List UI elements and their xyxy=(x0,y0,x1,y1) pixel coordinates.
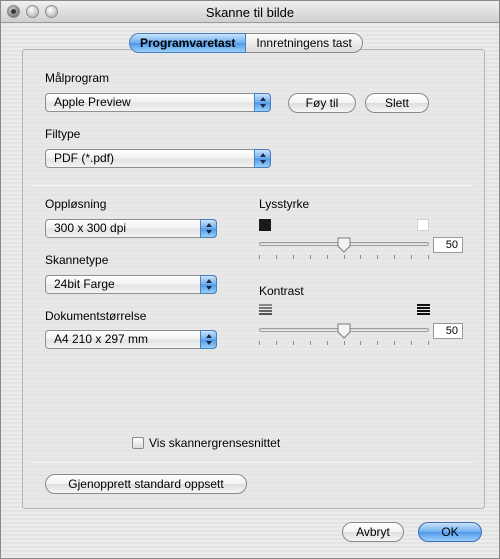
popup-arrows-icon xyxy=(200,330,217,349)
contrast-slider-thumb[interactable] xyxy=(337,323,351,339)
slider-tick xyxy=(327,341,328,345)
slider-tick xyxy=(293,255,294,259)
brightness-label: Lysstyrke xyxy=(259,197,310,211)
slider-tick xyxy=(310,341,311,345)
brightness-slider-thumb[interactable] xyxy=(337,237,351,253)
popup-arrows-icon xyxy=(254,93,271,112)
low-contrast-icon xyxy=(259,304,272,315)
popup-arrows-icon xyxy=(200,275,217,294)
brightness-value[interactable]: 50 xyxy=(433,237,463,253)
target-app-label: Målprogram xyxy=(45,71,110,85)
slider-tick xyxy=(377,255,378,259)
ok-button[interactable]: OK xyxy=(418,522,482,542)
popup-arrows-icon xyxy=(200,219,217,238)
slider-tick xyxy=(428,341,429,345)
add-app-button[interactable]: Føy til xyxy=(288,93,356,113)
slider-tick xyxy=(310,255,311,259)
show-scanner-ui-checkbox[interactable] xyxy=(132,437,144,449)
scan-to-image-dialog: Skanne til bilde Programvaretast Innretn… xyxy=(0,0,500,559)
document-size-popup[interactable]: A4 210 x 297 mm xyxy=(45,330,217,349)
slider-tick xyxy=(411,255,412,259)
popup-arrows-icon xyxy=(254,149,271,168)
restore-defaults-button[interactable]: Gjenopprett standard oppsett xyxy=(45,474,247,494)
tab-software-key[interactable]: Programvaretast xyxy=(129,33,247,53)
tab-bar: Programvaretast Innretningens tast xyxy=(129,33,363,53)
file-type-label: Filtype xyxy=(45,127,81,141)
high-contrast-icon xyxy=(417,304,430,315)
slider-tick xyxy=(411,341,412,345)
document-size-value: A4 210 x 297 mm xyxy=(54,332,149,346)
contrast-ticks xyxy=(259,341,429,347)
dark-square-icon xyxy=(259,219,271,231)
target-app-popup[interactable]: Apple Preview xyxy=(45,93,271,112)
window-title: Skanne til bilde xyxy=(205,5,295,20)
light-square-icon xyxy=(417,219,429,231)
slider-tick xyxy=(394,341,395,345)
slider-tick xyxy=(344,341,345,345)
section-divider xyxy=(31,185,471,186)
slider-tick xyxy=(327,255,328,259)
resolution-label: Oppløsning xyxy=(45,197,107,211)
resolution-value: 300 x 300 dpi xyxy=(54,221,127,235)
contrast-value[interactable]: 50 xyxy=(433,323,463,339)
slider-tick xyxy=(360,341,361,345)
section-divider xyxy=(31,462,471,463)
scan-type-value: 24bit Farge xyxy=(54,277,115,291)
slider-tick xyxy=(259,341,260,345)
slider-tick xyxy=(276,255,277,259)
file-type-popup[interactable]: PDF (*.pdf) xyxy=(45,149,271,168)
delete-app-button[interactable]: Slett xyxy=(365,93,429,113)
target-app-value: Apple Preview xyxy=(54,95,131,109)
slider-tick xyxy=(428,255,429,259)
slider-tick xyxy=(377,341,378,345)
slider-tick xyxy=(293,341,294,345)
slider-tick xyxy=(276,341,277,345)
cancel-button[interactable]: Avbryt xyxy=(342,522,404,542)
slider-tick xyxy=(394,255,395,259)
slider-tick xyxy=(259,255,260,259)
slider-tick xyxy=(344,255,345,259)
brightness-ticks xyxy=(259,255,429,261)
scan-type-label: Skannetype xyxy=(45,253,109,267)
document-size-label: Dokumentstørrelse xyxy=(45,309,147,323)
resolution-popup[interactable]: 300 x 300 dpi xyxy=(45,219,217,238)
slider-tick xyxy=(360,255,361,259)
contrast-label: Kontrast xyxy=(259,284,304,298)
scan-type-popup[interactable]: 24bit Farge xyxy=(45,275,217,294)
title-bar: Skanne til bilde xyxy=(1,1,499,23)
file-type-value: PDF (*.pdf) xyxy=(54,151,115,165)
show-scanner-ui-label: Vis skannergrensesnittet xyxy=(149,436,281,450)
tab-device-key[interactable]: Innretningens tast xyxy=(246,33,363,53)
